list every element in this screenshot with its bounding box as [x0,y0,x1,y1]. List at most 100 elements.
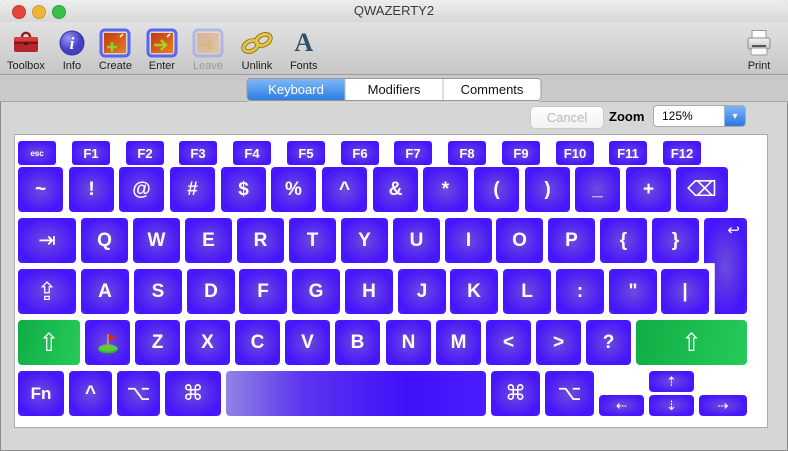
key-shift-right[interactable]: ⇧ [636,320,747,365]
key-s[interactable]: S [134,269,182,314]
key-paren-left[interactable]: ( [474,167,519,212]
key-f6[interactable]: F6 [341,141,379,165]
key-arrow-down[interactable]: ⇣ [649,395,694,416]
key-pipe[interactable]: | [661,269,709,314]
key-f1[interactable]: F1 [72,141,110,165]
zoom-select[interactable]: 125% ▾ [653,105,746,127]
key-c[interactable]: C [235,320,280,365]
key-plus[interactable]: + [626,167,671,212]
key-f[interactable]: F [239,269,287,314]
key-u[interactable]: U [393,218,440,263]
key-b[interactable]: B [335,320,380,365]
key-option-right[interactable]: ⌥ [545,371,594,416]
key-arrow-up[interactable]: ⇡ [649,371,694,392]
chevron-down-icon[interactable]: ▾ [724,106,745,126]
key-caret[interactable]: ^ [322,167,367,212]
leave-key-icon [192,27,224,59]
key-a[interactable]: A [81,269,129,314]
toolbar-item-label: Toolbox [7,60,45,72]
toolbar-item-unlink[interactable]: Unlink [231,26,283,72]
key-asterisk[interactable]: * [423,167,468,212]
key-f11[interactable]: F11 [609,141,647,165]
key-shift-left[interactable]: ⇧ [18,320,80,365]
key-return[interactable]: ↩ [704,218,747,314]
toolbar-item-enter[interactable]: Enter [139,26,185,72]
key-caps-lock[interactable]: ⇪ [18,269,76,314]
key-g[interactable]: G [292,269,340,314]
key-k[interactable]: K [450,269,498,314]
key-d[interactable]: D [187,269,235,314]
key-v[interactable]: V [285,320,330,365]
toolbar-item-toolbox[interactable]: Toolbox [0,26,52,72]
key-f8[interactable]: F8 [448,141,486,165]
key-q[interactable]: Q [81,218,128,263]
toolbar-item-label: Print [748,60,771,72]
key-m[interactable]: M [436,320,481,365]
key-command-left[interactable]: ⌘ [165,371,221,416]
fonts-icon: A [294,27,313,59]
key-arrow-left[interactable]: ⇠ [599,395,644,416]
key-paren-right[interactable]: ) [525,167,570,212]
key-delete[interactable]: ⌫ [676,167,728,212]
key-f4[interactable]: F4 [233,141,271,165]
toolbar-item-label: Unlink [242,60,273,72]
key-n[interactable]: N [386,320,431,365]
key-r[interactable]: R [237,218,284,263]
key-less[interactable]: < [486,320,531,365]
key-exclam[interactable]: ! [69,167,114,212]
key-f9[interactable]: F9 [502,141,540,165]
toolbar-item-label: Info [63,60,81,72]
key-hash[interactable]: # [170,167,215,212]
key-greater[interactable]: > [536,320,581,365]
unlink-chain-icon [238,27,276,59]
key-f7[interactable]: F7 [394,141,432,165]
key-option-left[interactable]: ⌥ [117,371,160,416]
key-dollar[interactable]: $ [221,167,266,212]
key-question[interactable]: ? [586,320,631,365]
key-at[interactable]: @ [119,167,164,212]
toolbar-item-fonts[interactable]: A Fonts [283,26,325,72]
key-tab[interactable]: ⇥ [18,218,76,263]
key-f5[interactable]: F5 [287,141,325,165]
key-brace-left[interactable]: { [600,218,647,263]
key-w[interactable]: W [133,218,180,263]
key-i[interactable]: I [445,218,492,263]
key-control[interactable]: ^ [69,371,112,416]
key-ampersand[interactable]: & [373,167,418,212]
key-tilde[interactable]: ~ [18,167,63,212]
key-e[interactable]: E [185,218,232,263]
key-fn[interactable]: Fn [18,371,64,416]
key-y[interactable]: Y [341,218,388,263]
tab-comments[interactable]: Comments [443,79,541,100]
key-p[interactable]: P [548,218,595,263]
key-z[interactable]: Z [135,320,180,365]
key-colon[interactable]: : [556,269,604,314]
toolbar-item-info[interactable]: i Info [52,26,92,72]
svg-text:i: i [70,34,75,53]
key-o[interactable]: O [496,218,543,263]
key-esc[interactable]: esc [18,141,56,165]
key-arrow-right[interactable]: ⇢ [699,395,747,416]
key-f12[interactable]: F12 [663,141,701,165]
key-golf[interactable] [85,320,130,365]
toolbar-item-create[interactable]: Create [92,26,139,72]
key-l[interactable]: L [503,269,551,314]
tab-modifiers[interactable]: Modifiers [345,79,443,100]
key-h[interactable]: H [345,269,393,314]
toolbar-item-print[interactable]: Print [737,26,788,72]
key-j[interactable]: J [398,269,446,314]
key-t[interactable]: T [289,218,336,263]
key-command-right[interactable]: ⌘ [491,371,540,416]
key-percent[interactable]: % [271,167,316,212]
key-brace-right[interactable]: } [652,218,699,263]
toolbar-item-label: Leave [193,60,223,72]
printer-icon [744,27,774,59]
key-f2[interactable]: F2 [126,141,164,165]
key-underscore[interactable]: _ [575,167,620,212]
key-quote[interactable]: " [609,269,657,314]
key-f3[interactable]: F3 [179,141,217,165]
key-space[interactable] [226,371,486,416]
key-f10[interactable]: F10 [556,141,594,165]
tab-keyboard[interactable]: Keyboard [248,79,345,100]
key-x[interactable]: X [185,320,230,365]
